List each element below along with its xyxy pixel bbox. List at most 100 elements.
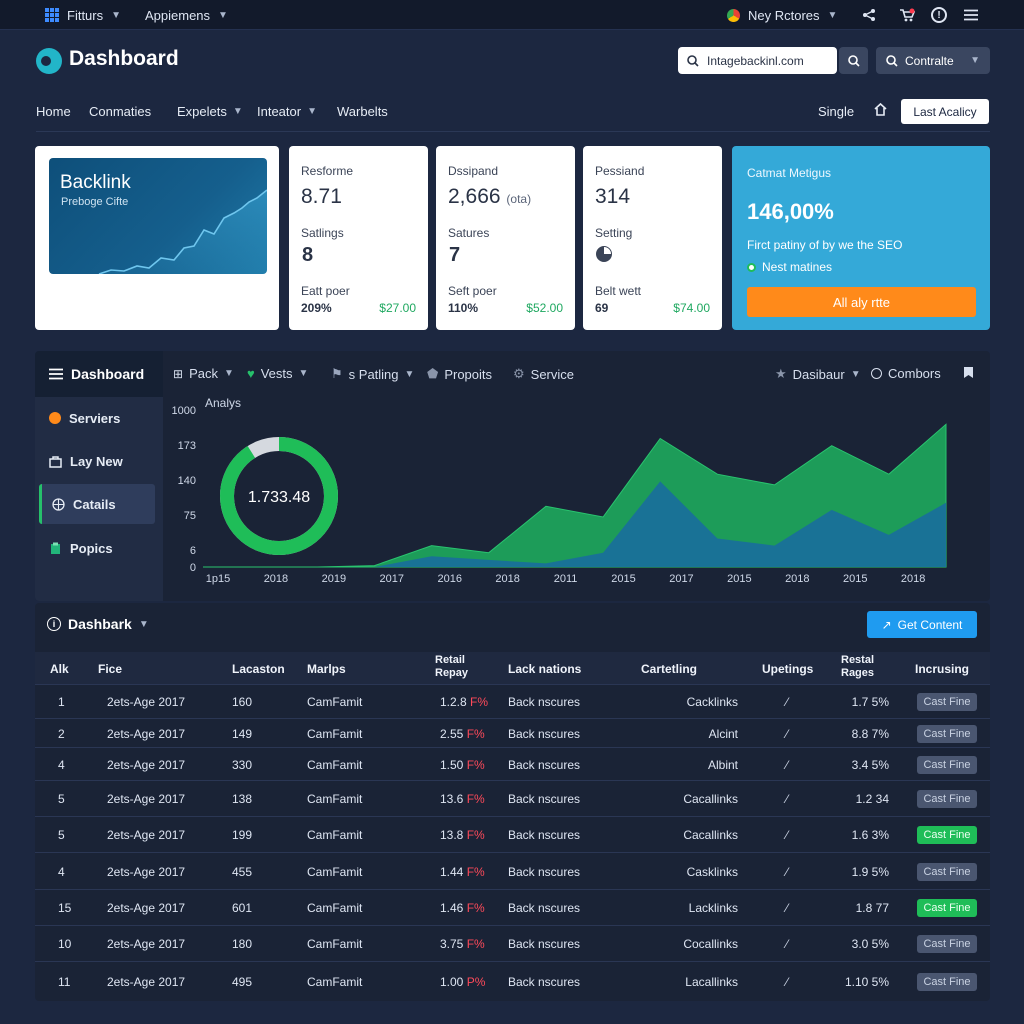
apply-rate-button[interactable]: All aly rtte [747,287,976,317]
sidebar-item-catails[interactable]: Catails [39,484,155,524]
cell-number: 5 [58,792,65,806]
share-icon[interactable] [862,0,876,30]
tab-combors[interactable]: Combors [871,366,941,381]
table-row[interactable]: 15 2ets-Age 2017 601 CamFamit 1.46 F% Ba… [35,889,990,925]
hamburger-menu-icon[interactable] [964,0,978,30]
search-button[interactable] [839,47,868,74]
col-retail-repay[interactable]: Retail Repay [435,654,485,680]
status-badge[interactable]: Cast Fine [917,693,977,711]
col-restal-rages[interactable]: Restal Rages [841,654,891,680]
table-row[interactable]: 4 2ets-Age 2017 455 CamFamit 1.44 F% Bac… [35,852,990,889]
nav-single[interactable]: Single [818,104,854,119]
status-badge[interactable]: Cast Fine [917,756,977,774]
table-row[interactable]: 4 2ets-Age 2017 330 CamFamit 1.50 F% Bac… [35,747,990,780]
info-icon: i [47,617,61,631]
col-upetings[interactable]: Upetings [762,662,813,676]
stat-money: $52.00 [526,301,563,315]
controls-dropdown[interactable]: Contralte ▼ [876,47,990,74]
controls-label: Contralte [905,53,954,68]
nav-expelets[interactable]: Expelets ▼ [177,104,243,119]
appiemens-menu[interactable]: Appiemens ▼ [145,0,228,30]
table-row[interactable]: 1 2ets-Age 2017 160 CamFamit 1.2.8 F% Ba… [35,684,990,718]
nav-warbelts[interactable]: Warbelts [337,104,388,119]
status-badge[interactable]: Cast Fine [917,826,977,844]
cell-lack: Back nscures [508,828,581,842]
cell-lack: Back nscures [508,865,581,879]
y-tick-label: 1000 [172,405,196,417]
col-lack-nations[interactable]: Lack nations [508,662,581,676]
cell-location: 199 [232,828,253,842]
last-activity-button[interactable]: Last Acalicy [901,99,989,124]
tab-propoits[interactable]: ⬟ Propoits [427,366,492,382]
status-badge[interactable]: Cast Fine [917,790,977,808]
table-row[interactable]: 5 2ets-Age 2017 199 CamFamit 13.8 F% Bac… [35,816,990,852]
sidebar-item-serviers[interactable]: Serviers [39,398,155,438]
table-row[interactable]: 11 2ets-Age 2017 495 CamFamit 1.00 P% Ba… [35,961,990,1001]
sidebar-item-popics[interactable]: Popics [39,528,155,568]
table-row[interactable]: 10 2ets-Age 2017 180 CamFamit 3.75 F% Ba… [35,925,990,961]
nav-conmaties[interactable]: Conmaties [89,104,151,119]
tab-service[interactable]: ⚙ Service [513,366,574,382]
search-input[interactable] [707,53,827,68]
tab-label: Dasibaur [792,366,845,382]
tab-label: Combors [888,366,941,381]
trend-icon: ⁄ [786,792,789,806]
cell-retail-percent: F% [466,901,485,915]
y-tick-label: 6 [190,545,196,557]
search-box[interactable] [678,47,837,74]
cell-retail-percent: F% [466,758,485,772]
stat-card-2[interactable]: Dssipand 2,666 (ota) Satures 7 Seft poer… [436,146,575,330]
stat-label-3: Seft poer [448,284,497,298]
col-marlps[interactable]: Marlps [307,662,346,676]
tab-vests[interactable]: ♥ Vests ▼ [247,366,308,381]
cell-retail: 2.55 F% [440,727,485,741]
sidebar-head[interactable]: Dashboard [35,351,163,397]
rctores-label: Ney Rctores [748,7,820,23]
nav-home[interactable]: Home [36,104,71,119]
area-chart: 1000 173 140 75 6 0 1p15 2018 2019 2017 2016 2018 2… [172,405,947,585]
table-title[interactable]: i Dashbark ▼ [47,616,149,632]
get-content-button[interactable]: ↗ Get Content [867,611,977,638]
cell-retail-percent: F% [466,792,485,806]
cell-retail-percent: F% [466,727,485,741]
table-row[interactable]: 2 2ets-Age 2017 149 CamFamit 2.55 F% Bac… [35,718,990,747]
nav-expelets-label: Expelets [177,104,227,119]
rctores-menu[interactable]: Ney Rctores ▼ [727,0,837,30]
cell-retail: 13.6 F% [440,792,485,806]
stat-title: Pessiand [595,164,645,178]
stat-card-3[interactable]: Pessiand 314 Setting Belt wett 69 $74.00 [583,146,722,330]
col-alk[interactable]: Alk [50,662,69,676]
cell-location: 455 [232,865,253,879]
sidebar-item-label: Lay New [70,453,123,469]
cell-cartetling: Lacallinks [685,975,738,989]
col-incrusing[interactable]: Incrusing [915,662,969,676]
sidebar-item-lay-new[interactable]: Lay New [39,441,155,481]
tab-pack[interactable]: ⊞ Pack ▼ [173,366,234,381]
chevron-down-icon: ▼ [404,368,415,380]
bag-icon [49,455,62,468]
tab-patling[interactable]: ⚑ s Patling ▼ [331,366,414,382]
status-badge[interactable]: Cast Fine [917,899,977,917]
status-badge[interactable]: Cast Fine [917,863,977,881]
fitturs-menu[interactable]: Fitturs ▼ [45,0,121,30]
x-tick-label: 2018 [495,573,519,585]
info-icon[interactable]: ! [931,0,947,30]
stat-card-1[interactable]: Resforme 8.71 Satlings 8 Eatt poer 209% … [289,146,428,330]
status-badge[interactable]: Cast Fine [917,725,977,743]
bookmark-icon[interactable] [963,366,974,379]
cell-retail-number: 3.75 [440,937,464,951]
backlink-card[interactable]: Backlink Preboge Cifte [35,146,279,330]
col-lacaston[interactable]: Lacaston [232,662,285,676]
circle-icon [871,368,882,379]
tab-dasibaur[interactable]: ★ Dasibaur ▼ [775,366,861,382]
home-icon[interactable] [873,102,888,117]
nav-inteator[interactable]: Inteator ▼ [257,104,317,119]
status-badge[interactable]: Cast Fine [917,973,977,991]
cart-icon[interactable] [899,0,915,30]
col-cartetling[interactable]: Cartetling [641,662,697,676]
col-fice[interactable]: Fice [98,662,122,676]
status-badge[interactable]: Cast Fine [917,935,977,953]
cell-date: 2ets-Age 2017 [107,937,186,951]
table-row[interactable]: 5 2ets-Age 2017 138 CamFamit 13.6 F% Bac… [35,780,990,816]
cell-number: 4 [58,865,65,879]
